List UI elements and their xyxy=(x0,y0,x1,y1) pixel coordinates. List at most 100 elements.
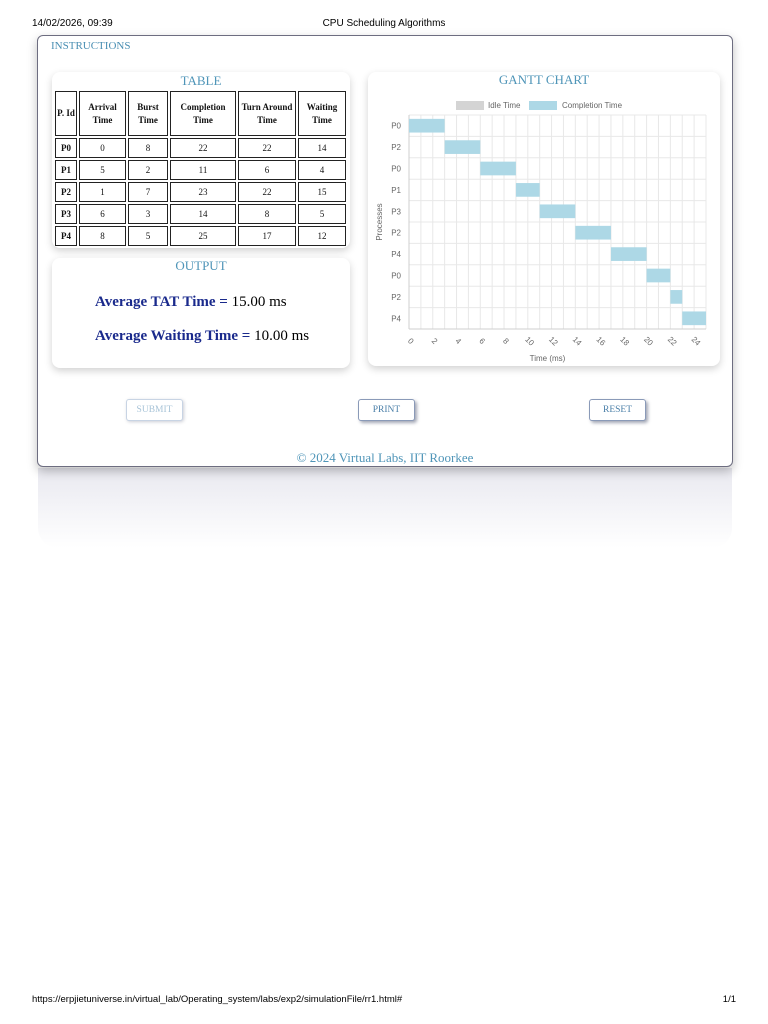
gantt-bar xyxy=(515,183,540,197)
x-tick-label: 4 xyxy=(454,336,464,346)
cell-arrival: 5 xyxy=(79,160,126,180)
gantt-chart: P0P2P0P1P3P2P4P0P2P40 2 4 6 8 10 12 14 16 18 20 22 2… xyxy=(375,114,707,363)
simulation-frame: INSTRUCTIONS TABLE P. Id Arrival Time Bu… xyxy=(37,35,733,467)
y-tick-label: P0 xyxy=(391,272,401,281)
cell-tat: 22 xyxy=(238,138,296,158)
table-row: P1 5 2 11 6 4 xyxy=(55,160,346,180)
x-tick-label: 6 xyxy=(477,336,487,346)
y-tick-label: P2 xyxy=(391,293,401,302)
cell-completion: 22 xyxy=(170,138,236,158)
print-title: CPU Scheduling Algorithms xyxy=(322,18,446,29)
instructions-link[interactable]: INSTRUCTIONS xyxy=(51,40,130,52)
cell-completion: 11 xyxy=(170,160,236,180)
cell-pid: P0 xyxy=(55,138,77,158)
y-tick-label: P2 xyxy=(391,143,401,152)
gantt-bar xyxy=(670,290,683,304)
table-header-row: P. Id Arrival Time Burst Time Completion… xyxy=(55,91,346,136)
x-tick-label: 10 xyxy=(523,335,536,348)
output-title: OUTPUT xyxy=(175,258,227,273)
header-completion: Completion Time xyxy=(170,91,236,136)
process-table: P. Id Arrival Time Burst Time Completion… xyxy=(53,89,348,248)
gantt-bar xyxy=(480,161,516,176)
y-tick-label: P3 xyxy=(391,207,401,216)
y-tick-label: P4 xyxy=(391,250,401,259)
header-burst: Burst Time xyxy=(128,91,168,136)
cell-tat: 22 xyxy=(238,182,296,202)
copyright-text: © 2024 Virtual Labs, IIT Roorkee xyxy=(296,450,474,465)
gantt-bar xyxy=(444,140,481,154)
cell-waiting: 4 xyxy=(298,160,346,180)
gantt-bar xyxy=(610,247,647,261)
print-page-number: 1/1 xyxy=(722,994,736,1005)
x-axis-title: Time (ms) xyxy=(530,354,566,363)
cell-arrival: 1 xyxy=(79,182,126,202)
cell-burst: 5 xyxy=(128,226,168,246)
cell-pid: P2 xyxy=(55,182,77,202)
cell-waiting: 12 xyxy=(298,226,346,246)
submit-button[interactable]: SUBMIT xyxy=(126,399,183,421)
avg-waiting-line: Average Waiting Time = 10.00 ms xyxy=(95,328,309,345)
x-tick-label: 12 xyxy=(547,335,560,348)
x-tick-label: 14 xyxy=(571,335,584,348)
table-row: P3 6 3 14 8 5 xyxy=(55,204,346,224)
x-tick-label: 18 xyxy=(618,335,631,348)
cell-pid: P4 xyxy=(55,226,77,246)
cell-arrival: 8 xyxy=(79,226,126,246)
cell-waiting: 15 xyxy=(298,182,346,202)
table-row: P4 8 5 25 17 12 xyxy=(55,226,346,246)
output-card: OUTPUT Average TAT Time = 15.00 ms Avera… xyxy=(52,258,350,368)
gantt-bar xyxy=(539,204,576,219)
y-tick-label: P2 xyxy=(391,229,401,238)
header-arrival: Arrival Time xyxy=(79,91,126,136)
frame-reflection xyxy=(38,468,732,548)
print-button[interactable]: PRINT xyxy=(358,399,415,421)
cell-burst: 7 xyxy=(128,182,168,202)
cell-burst: 2 xyxy=(128,160,168,180)
cell-pid: P3 xyxy=(55,204,77,224)
x-tick-label: 0 xyxy=(406,336,416,346)
x-tick-label: 22 xyxy=(666,335,679,348)
avg-tat-line: Average TAT Time = 15.00 ms xyxy=(95,294,287,311)
y-tick-label: P0 xyxy=(391,165,401,174)
header-pid: P. Id xyxy=(55,91,77,136)
cell-burst: 8 xyxy=(128,138,168,158)
avg-tat-value: 15.00 ms xyxy=(231,294,287,310)
gantt-bar xyxy=(682,311,706,326)
cell-waiting: 14 xyxy=(298,138,346,158)
header-tat: Turn Around Time xyxy=(238,91,296,136)
cell-tat: 6 xyxy=(238,160,296,180)
x-tick-label: 8 xyxy=(501,336,511,346)
cell-tat: 17 xyxy=(238,226,296,246)
cell-arrival: 0 xyxy=(79,138,126,158)
header-waiting: Waiting Time xyxy=(298,91,346,136)
y-tick-label: P0 xyxy=(391,122,401,131)
print-footer: https://erpjietuniverse.in/virtual_lab/O… xyxy=(0,994,768,1008)
cell-waiting: 5 xyxy=(298,204,346,224)
x-tick-label: 24 xyxy=(690,335,703,348)
cell-pid: P1 xyxy=(55,160,77,180)
cell-completion: 25 xyxy=(170,226,236,246)
x-tick-label: 2 xyxy=(430,336,440,346)
table-title: TABLE xyxy=(180,73,222,88)
cell-tat: 8 xyxy=(238,204,296,224)
print-header: 14/02/2026, 09:39 CPU Scheduling Algorit… xyxy=(0,16,768,32)
y-tick-label: P4 xyxy=(391,314,401,323)
table-card: TABLE P. Id Arrival Time Burst Time Comp… xyxy=(52,72,350,248)
avg-tat-label: Average TAT Time = xyxy=(95,294,228,310)
cell-completion: 14 xyxy=(170,204,236,224)
table-row: P0 0 8 22 22 14 xyxy=(55,138,346,158)
gantt-bar xyxy=(646,268,671,283)
reset-button[interactable]: RESET xyxy=(589,399,646,421)
cell-burst: 3 xyxy=(128,204,168,224)
y-tick-label: P1 xyxy=(391,186,401,195)
cell-completion: 23 xyxy=(170,182,236,202)
gantt-card: GANTT CHART Idle Time Completion Time P0… xyxy=(368,72,720,366)
cell-arrival: 6 xyxy=(79,204,126,224)
y-axis-title: Processes xyxy=(375,203,384,240)
gantt-bar xyxy=(575,225,611,240)
x-tick-label: 16 xyxy=(595,335,608,348)
table-row: P2 1 7 23 22 15 xyxy=(55,182,346,202)
x-tick-label: 20 xyxy=(642,335,655,348)
avg-waiting-value: 10.00 ms xyxy=(254,328,310,344)
avg-waiting-label: Average Waiting Time = xyxy=(95,328,251,344)
